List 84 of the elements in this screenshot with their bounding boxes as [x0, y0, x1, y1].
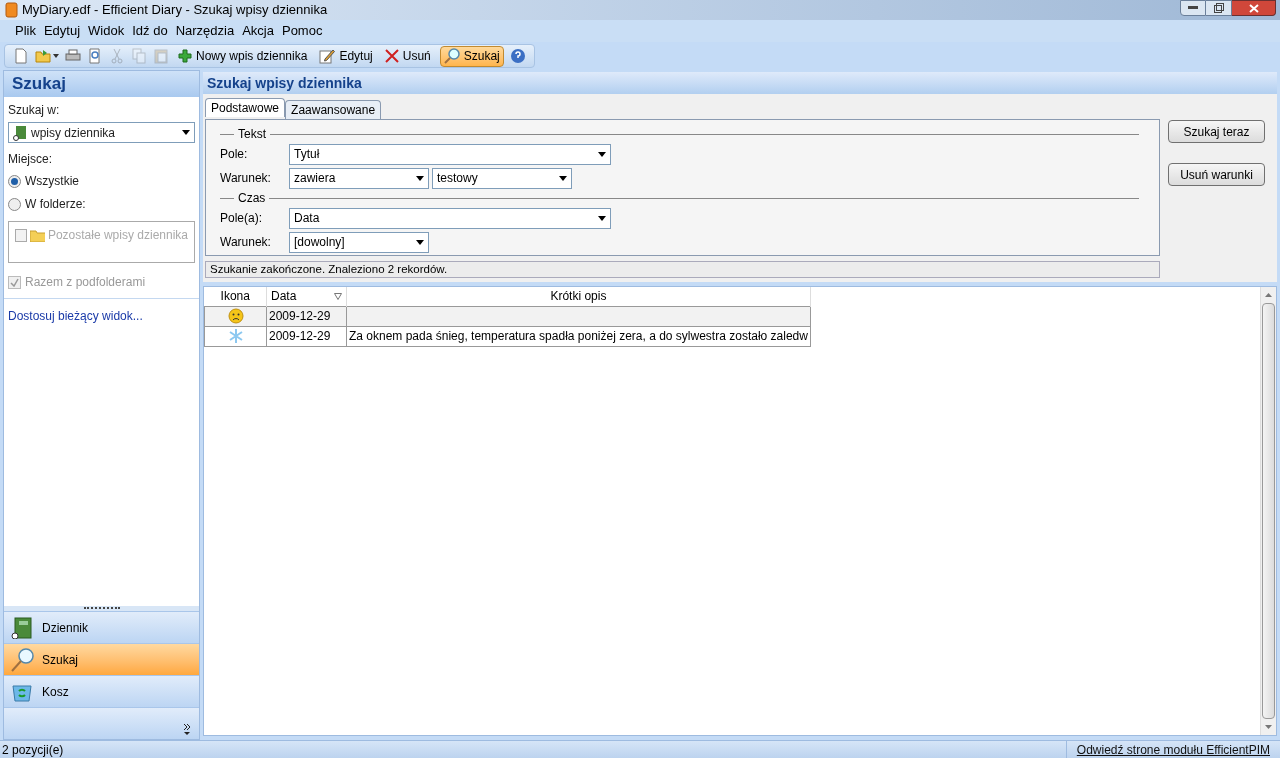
dropdown-arrow-icon — [598, 151, 606, 157]
field-label: Warunek: — [220, 170, 272, 187]
table-cell: 2009-12-29 — [266, 326, 347, 346]
toolbar-button[interactable]: Usuń — [381, 45, 434, 67]
checkbox[interactable] — [15, 228, 28, 242]
book-icon — [11, 616, 33, 639]
magnifier-icon — [443, 48, 460, 64]
notebook-icon — [4, 2, 18, 18]
radio-label: W folderze: — [25, 196, 86, 213]
folder-label: Pozostałe wpisy dziennika — [47, 227, 188, 244]
status-message: Szukanie zakończone. Znaleziono 2 rekordów. — [205, 261, 1160, 278]
action-button[interactable]: Usuń warunki — [1168, 163, 1265, 186]
column-header[interactable]: Krótki opis — [346, 287, 811, 306]
dropdown-field[interactable]: Data — [289, 207, 611, 229]
magnifier-icon — [10, 646, 34, 673]
radio-button[interactable] — [8, 174, 21, 188]
pencil-icon — [319, 48, 336, 64]
dropdown-field[interactable]: zawiera — [289, 167, 429, 189]
field-label: Pole: — [220, 146, 249, 163]
minimize-button[interactable] — [1180, 0, 1206, 16]
sidebar-title: Szukaj — [4, 71, 199, 97]
dropdown-arrow-icon — [416, 239, 424, 245]
website-link[interactable]: Odwiedź strone modułu EfficientPIM — [1065, 741, 1280, 758]
table-cell: Za oknem pada śnieg, temperatura spadła poniżej zera, a do sylwestra zostało zaledw — [346, 326, 811, 346]
column-header[interactable]: Data — [266, 287, 347, 306]
tab[interactable]: Podstawowe — [205, 98, 286, 117]
menu-item[interactable]: Widok — [85, 21, 128, 41]
dropdown-field[interactable]: Tytuł — [289, 143, 611, 165]
new-document-icon[interactable] — [13, 48, 29, 64]
toolbar-button[interactable]: Szukaj — [439, 45, 504, 67]
menu-item[interactable]: Narzędzia — [172, 21, 238, 41]
tab[interactable]: Zaawansowane — [285, 100, 382, 119]
printer-icon[interactable] — [65, 48, 81, 64]
navigation-button[interactable]: Dziennik — [4, 611, 199, 643]
group-legend: Czas — [238, 189, 266, 207]
cross-icon — [384, 49, 399, 63]
radio-label: Wszystkie — [25, 173, 79, 190]
radio-button[interactable] — [8, 197, 21, 211]
dropdown-arrow-icon — [182, 130, 190, 135]
dropdown-field[interactable]: testowy — [432, 167, 572, 189]
restore-icon — [1213, 3, 1224, 13]
menu-item[interactable]: Plik — [12, 21, 39, 41]
field-label: Warunek: — [220, 234, 272, 251]
help-icon[interactable] — [509, 48, 526, 64]
menu-item[interactable]: Pomoc — [278, 21, 326, 41]
action-button[interactable]: Szukaj teraz — [1168, 120, 1265, 143]
dropdown-arrow-icon — [416, 175, 424, 181]
field-label: Pole(a): — [220, 210, 264, 227]
close-icon — [1248, 3, 1259, 13]
book-icon — [13, 124, 27, 141]
up-arrow-icon[interactable] — [1265, 293, 1272, 297]
vertical-scrollbar[interactable] — [1260, 287, 1276, 735]
menu-item[interactable]: Idź do — [129, 21, 171, 41]
down-arrow-icon[interactable] — [1265, 725, 1272, 729]
preview-icon[interactable] — [87, 48, 103, 64]
close-button[interactable] — [1232, 0, 1276, 16]
main-panel-title: Szukaj wpisy dziennika — [203, 72, 1277, 94]
checkbox-label: Razem z podfolderami — [25, 274, 146, 291]
column-header[interactable]: Ikona — [204, 287, 267, 306]
table-cell: 2009-12-29 — [266, 306, 347, 326]
toolbar-button[interactable]: Nowy wpis dziennika — [175, 45, 311, 67]
navigation-button[interactable]: Szukaj — [4, 643, 199, 675]
dropdown-arrow-icon — [598, 215, 606, 221]
folder-icon — [30, 228, 45, 242]
minimize-icon — [1188, 6, 1198, 10]
field-label: Miejsce: — [8, 151, 53, 168]
menu-item[interactable]: Akcja — [239, 21, 277, 41]
menu-item[interactable]: Edytuj — [40, 21, 84, 41]
window-title: MyDiary.edf - Efficient Diary - Szukaj wpisy dziennika — [22, 1, 328, 20]
field-label: Szukaj w: — [8, 102, 61, 119]
dropdown-arrow-icon — [559, 175, 567, 181]
customize-view-link[interactable]: Dostosuj bieżący widok... — [8, 309, 143, 323]
navigation-button[interactable]: Kosz — [4, 675, 199, 707]
plus-icon — [178, 49, 192, 63]
sad-face-icon — [227, 308, 244, 324]
item-count: 2 pozycji(e) — [1, 741, 65, 758]
group-legend: Tekst — [238, 125, 266, 143]
toolbar-button[interactable]: Edytuj — [316, 45, 376, 67]
snowflake-icon — [227, 328, 244, 344]
dropdown-field[interactable]: [dowolny] — [289, 231, 429, 253]
dropdown-field[interactable]: wpisy dziennika — [8, 122, 195, 143]
restore-button[interactable] — [1206, 0, 1232, 16]
caret-icon[interactable] — [53, 54, 59, 58]
chevron-down-icon[interactable] — [183, 723, 191, 735]
